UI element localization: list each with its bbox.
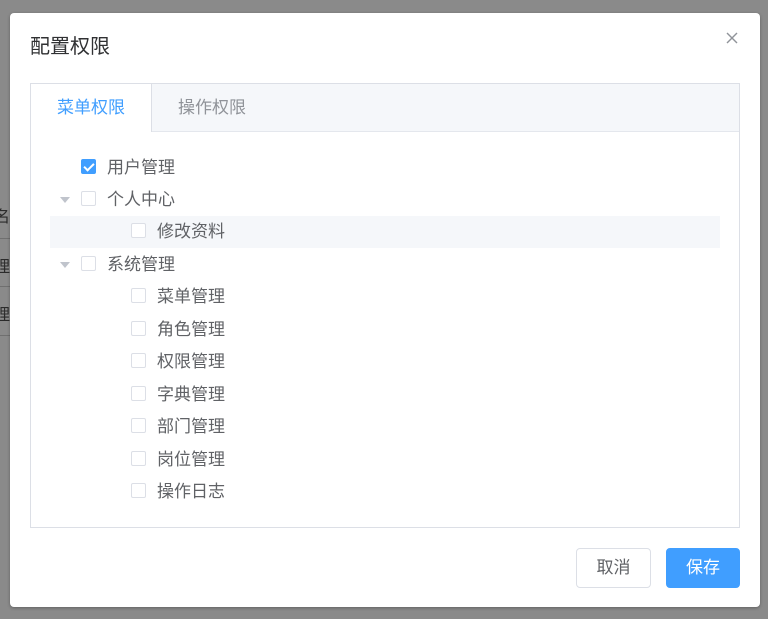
tree-node[interactable]: 部门管理: [50, 411, 720, 443]
tab-menu-permission[interactable]: 菜单权限: [31, 84, 152, 132]
tree-node-checkbox[interactable]: [131, 451, 146, 466]
tree-node[interactable]: 个人中心: [50, 184, 720, 216]
tree-node-label: 个人中心: [107, 190, 175, 210]
caret-down-icon[interactable]: [60, 262, 70, 268]
tree-node-label: 操作日志: [157, 482, 225, 502]
tree-node-label: 修改资料: [157, 222, 225, 242]
tree-node-label: 部门管理: [157, 417, 225, 437]
background-text: 名: [0, 207, 11, 226]
tree-node-checkbox[interactable]: [131, 321, 146, 336]
tab-operation-permission[interactable]: 操作权限: [152, 84, 272, 132]
permission-dialog: 配置权限 菜单权限 操作权限 用户管理 个人中心 修改资料 系统管理 菜单管理 …: [10, 13, 760, 607]
tree-node[interactable]: 修改资料: [50, 216, 720, 248]
tree-node[interactable]: 菜单管理: [50, 281, 720, 313]
tree-node-label: 角色管理: [157, 320, 225, 340]
dialog-title: 配置权限: [30, 34, 110, 58]
tree-node[interactable]: 字典管理: [50, 379, 720, 411]
tree-node-label: 用户管理: [107, 158, 175, 178]
permission-tabs: 菜单权限 操作权限 用户管理 个人中心 修改资料 系统管理 菜单管理 角色管理 …: [30, 83, 740, 528]
caret-down-icon[interactable]: [60, 197, 70, 203]
tree-node-label: 岗位管理: [157, 450, 225, 470]
tree-node-label: 系统管理: [107, 255, 175, 275]
tab-header: 菜单权限 操作权限: [31, 84, 739, 132]
tree-node-checkbox[interactable]: [131, 288, 146, 303]
background-text: 理: [0, 257, 11, 276]
tree-node[interactable]: 岗位管理: [50, 444, 720, 476]
tree-node[interactable]: 权限管理: [50, 346, 720, 378]
tree-node-checkbox[interactable]: [131, 223, 146, 238]
tree-node[interactable]: 操作日志: [50, 476, 720, 508]
background-text: 理: [0, 305, 11, 324]
cancel-button[interactable]: 取消: [576, 548, 651, 588]
tree-node-label: 字典管理: [157, 385, 225, 405]
tree-node[interactable]: 系统管理: [50, 249, 720, 281]
tree-node-checkbox[interactable]: [81, 191, 96, 206]
close-icon[interactable]: [724, 30, 740, 46]
tree-node-checkbox[interactable]: [131, 353, 146, 368]
tree-node-checkbox[interactable]: [131, 418, 146, 433]
tree-node-checkbox[interactable]: [81, 159, 96, 174]
tree-node-checkbox[interactable]: [131, 483, 146, 498]
tree-node[interactable]: 用户管理: [50, 152, 720, 184]
tree-node-checkbox[interactable]: [81, 256, 96, 271]
tree-node-label: 权限管理: [157, 352, 225, 372]
tree-node-label: 菜单管理: [157, 287, 225, 307]
save-button[interactable]: 保存: [666, 548, 740, 588]
tree-node[interactable]: 角色管理: [50, 314, 720, 346]
tree-node-checkbox[interactable]: [131, 386, 146, 401]
